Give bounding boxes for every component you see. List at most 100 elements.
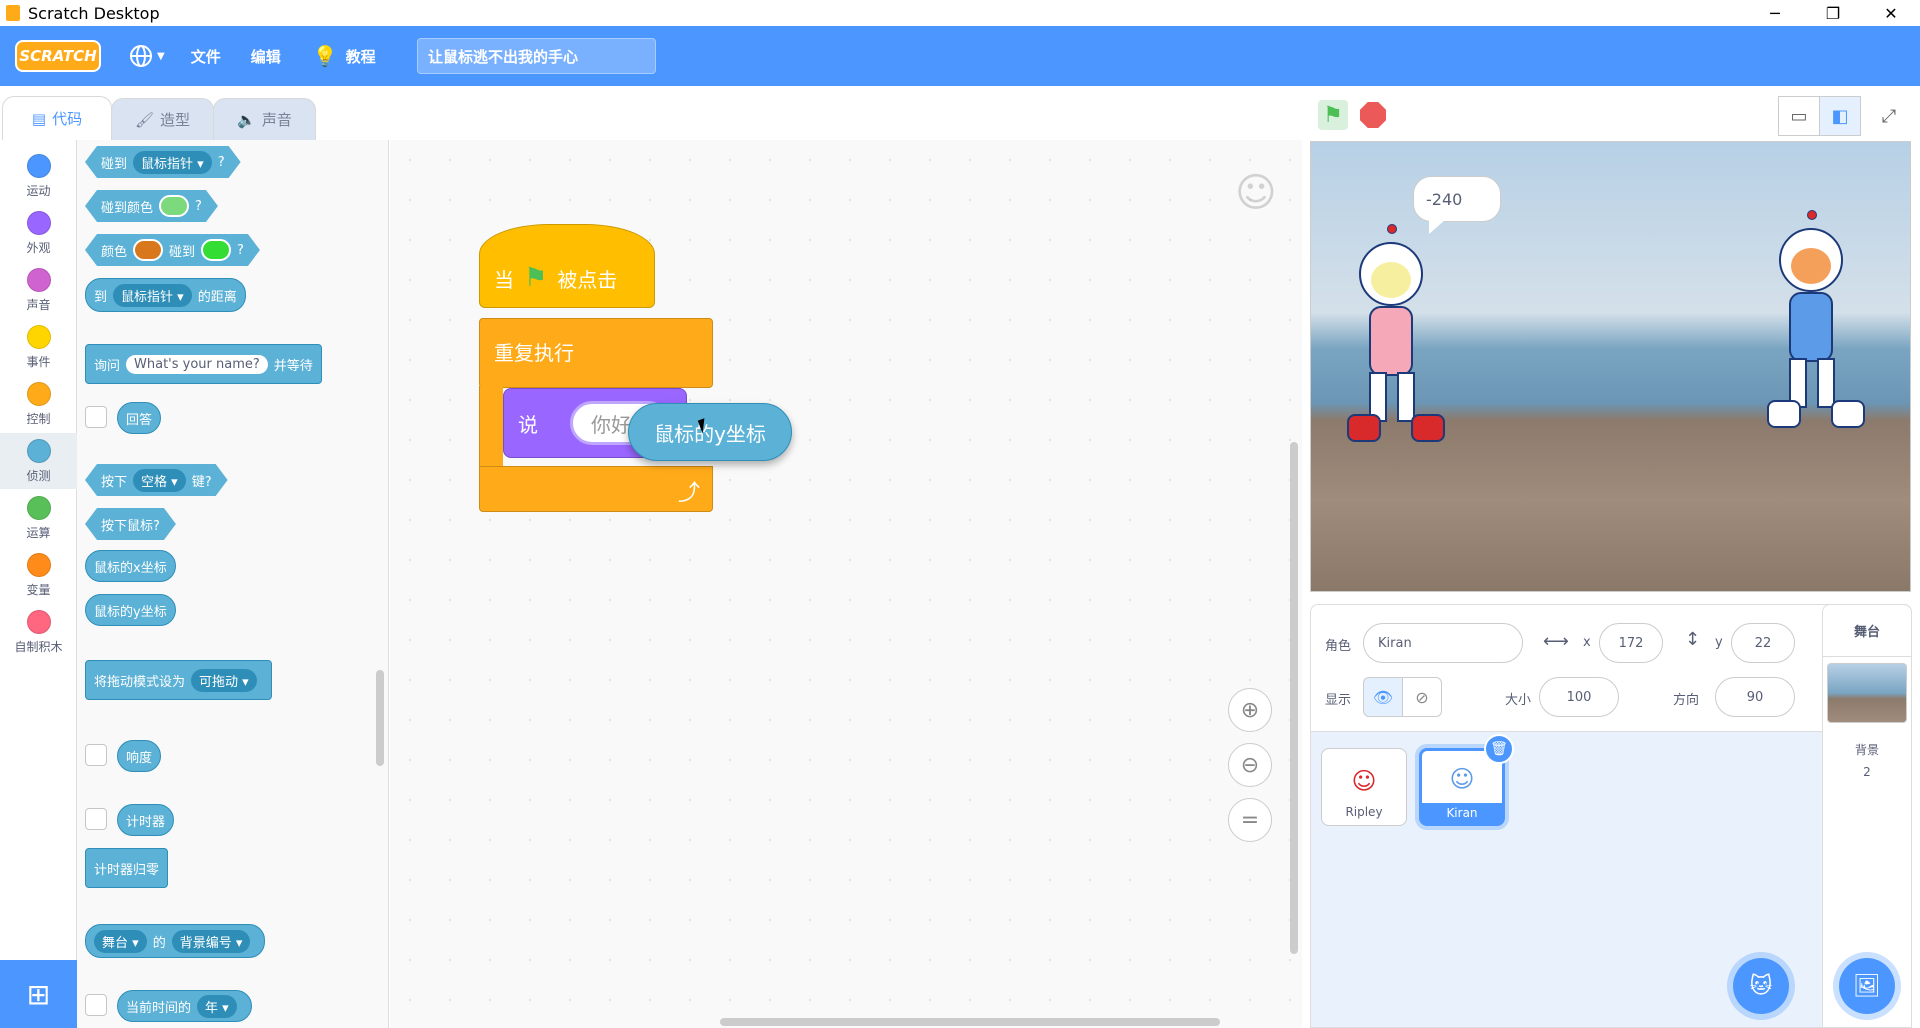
close-button[interactable]: ✕: [1862, 0, 1920, 26]
show-hidden-button[interactable]: ⊘: [1402, 677, 1442, 717]
category-sensing[interactable]: 侦测: [0, 433, 77, 489]
distance-dropdown[interactable]: 鼠标指针 ▾: [113, 283, 192, 307]
ripley-antenna: [1387, 224, 1397, 234]
kiran-face: [1791, 248, 1831, 284]
zoom-reset-button[interactable]: =: [1228, 798, 1272, 842]
choose-sprite-button[interactable]: 🐱: [1733, 958, 1789, 1014]
category-control[interactable]: 控制: [0, 376, 77, 432]
restore-button[interactable]: ❐: [1804, 0, 1862, 26]
eye-off-icon: ⊘: [1415, 687, 1429, 707]
sensing-dot: [26, 439, 51, 463]
speech-bubble: -240: [1413, 176, 1501, 222]
small-stage-button[interactable]: ▭: [1778, 96, 1820, 136]
fullscreen-button[interactable]: ⤢: [1868, 96, 1910, 136]
block-mouse-down[interactable]: 按下鼠标?: [85, 508, 176, 540]
globe-icon: [130, 45, 152, 67]
x-input[interactable]: 172: [1599, 623, 1663, 663]
block-color-touching[interactable]: 颜色 碰到 ?: [85, 234, 260, 266]
file-menu[interactable]: 文件: [191, 46, 221, 67]
scratch-logo[interactable]: SCRATCH: [15, 40, 101, 72]
direction-input[interactable]: 90: [1715, 677, 1795, 717]
sprite-thumb-ripley[interactable]: ☺ Ripley: [1321, 748, 1407, 826]
y-input[interactable]: 22: [1731, 623, 1795, 663]
language-menu[interactable]: ▼: [129, 44, 165, 68]
category-motion[interactable]: 运动: [0, 148, 77, 204]
tab-costumes[interactable]: 🖌 造型: [111, 98, 214, 140]
block-answer[interactable]: 回答: [117, 402, 162, 434]
tutorials-label: 教程: [345, 47, 376, 66]
block-palette: 碰到 鼠标指针 ▾ ? 碰到颜色 ? 颜色 碰到 ? 到 鼠标指针 ▾ 的距离 …: [77, 140, 389, 1028]
block-timer[interactable]: 计时器: [117, 804, 175, 836]
block-reset-timer[interactable]: 计时器归零: [85, 848, 169, 888]
answer-checkbox[interactable]: [85, 406, 107, 428]
delete-sprite-button[interactable]: 🗑: [1484, 734, 1514, 764]
color-swatch-2[interactable]: [201, 239, 231, 261]
zoom-in-button[interactable]: ⊕: [1228, 688, 1272, 732]
normal-stage-button[interactable]: ◧: [1819, 96, 1861, 136]
drag-mode-dropdown[interactable]: 可拖动 ▾: [191, 668, 257, 692]
workspace-vertical-scrollbar[interactable]: [1290, 442, 1298, 954]
block-ask[interactable]: 询问 What's your name? 并等待: [85, 344, 322, 384]
sprite-thumb-name: Ripley: [1345, 805, 1383, 819]
tutorials-menu[interactable]: 💡 教程: [313, 44, 376, 68]
eye-icon: 👁: [1372, 687, 1394, 707]
block-forever[interactable]: 重复执行: [479, 318, 713, 388]
color-swatch[interactable]: [159, 195, 189, 217]
block-set-drag-mode[interactable]: 将拖动模式设为 可拖动 ▾: [85, 660, 272, 700]
kiran-boot-right: [1831, 400, 1865, 428]
show-visible-button[interactable]: 👁: [1363, 677, 1403, 717]
category-looks[interactable]: 外观: [0, 205, 77, 261]
ripley-leg-right: [1397, 372, 1415, 422]
block-touching-color[interactable]: 碰到颜色 ?: [85, 190, 218, 222]
tab-sounds[interactable]: 🔈 声音: [213, 98, 316, 140]
stop-button[interactable]: [1360, 102, 1386, 128]
sprite-name-input[interactable]: Kiran: [1363, 623, 1523, 663]
touching-dropdown[interactable]: 鼠标指针 ▾: [133, 151, 212, 174]
sprite-kiran[interactable]: [1761, 210, 1881, 438]
choose-backdrop-button[interactable]: 🖼: [1839, 958, 1895, 1014]
dragging-block-mouse-y[interactable]: 鼠标的y坐标: [628, 403, 792, 461]
of-property-dropdown[interactable]: 背景编号 ▾: [171, 929, 251, 953]
of-object-dropdown[interactable]: 舞台 ▾: [94, 929, 147, 953]
block-mouse-y[interactable]: 鼠标的y坐标: [85, 594, 176, 626]
size-input[interactable]: 100: [1539, 677, 1619, 717]
stage-selector-header: 舞台: [1823, 605, 1911, 657]
zoom-out-button[interactable]: ⊖: [1228, 743, 1272, 787]
block-of[interactable]: 舞台 ▾ 的 背景编号 ▾: [85, 924, 266, 958]
loudness-checkbox[interactable]: [85, 744, 107, 766]
stage-canvas[interactable]: -240: [1310, 141, 1911, 592]
green-flag-button[interactable]: ⚑: [1318, 100, 1348, 130]
color-swatch-1[interactable]: [133, 239, 163, 261]
ask-input[interactable]: What's your name?: [126, 354, 268, 374]
block-touching[interactable]: 碰到 鼠标指针 ▾ ?: [85, 146, 241, 178]
window-titlebar: Scratch Desktop ─ ❐ ✕: [0, 0, 1920, 26]
key-dropdown[interactable]: 空格 ▾: [133, 469, 186, 492]
tab-code[interactable]: ▤ 代码: [2, 96, 112, 140]
current-dropdown[interactable]: 年 ▾: [197, 994, 237, 1018]
block-loudness[interactable]: 响度: [117, 740, 162, 772]
cat-icon: 🐱: [1749, 973, 1773, 999]
block-mouse-x[interactable]: 鼠标的x坐标: [85, 550, 176, 582]
edit-menu[interactable]: 编辑: [251, 46, 281, 67]
category-sound[interactable]: 声音: [0, 262, 77, 318]
minimize-button[interactable]: ─: [1746, 0, 1804, 26]
category-events[interactable]: 事件: [0, 319, 77, 375]
block-when-flag-clicked[interactable]: 当 ⚑ 被点击: [479, 224, 655, 308]
palette-scrollbar[interactable]: [376, 670, 384, 766]
add-extension-button[interactable]: ⊞: [0, 960, 77, 1028]
workspace-horizontal-scrollbar[interactable]: [720, 1018, 1220, 1026]
category-variables[interactable]: 变量: [0, 547, 77, 603]
project-title-input[interactable]: 让鼠标逃不出我的手心: [417, 38, 656, 74]
ripley-face: [1371, 262, 1411, 298]
sprite-ripley[interactable]: [1341, 224, 1461, 452]
code-workspace[interactable]: ☺ 当 ⚑ 被点击 重复执行 ⤴ 说 你好 鼠标的y坐标 ⊕ ⊖ =: [390, 140, 1302, 1028]
timer-checkbox[interactable]: [85, 808, 107, 830]
size-label: 大小: [1505, 693, 1532, 708]
block-current[interactable]: 当前时间的 年 ▾: [117, 990, 252, 1022]
y-label: y: [1715, 635, 1723, 650]
category-my-blocks[interactable]: 自制积木: [0, 604, 77, 660]
block-key-pressed[interactable]: 按下 空格 ▾ 键?: [85, 464, 228, 496]
current-checkbox[interactable]: [85, 994, 107, 1016]
category-operators[interactable]: 运算: [0, 490, 77, 546]
block-distance[interactable]: 到 鼠标指针 ▾ 的距离: [85, 278, 246, 312]
